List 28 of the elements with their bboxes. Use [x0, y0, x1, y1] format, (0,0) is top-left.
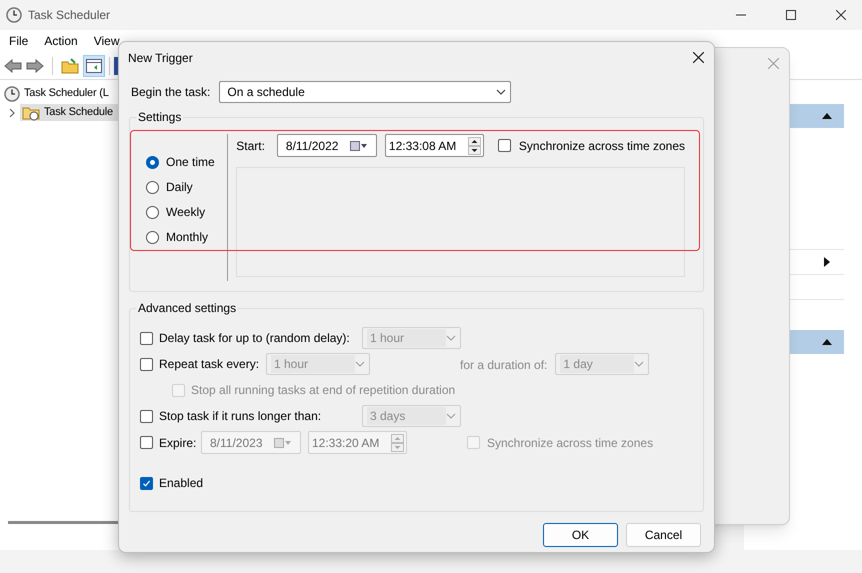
tree-item[interactable]: Task Scheduler (L: [24, 85, 109, 102]
dialog-button[interactable]: OK: [543, 523, 618, 547]
group-title: Advanced settings: [136, 300, 238, 316]
checkbox-label: Synchronize across time zones: [518, 138, 685, 154]
checkbox-label: Repeat task every:: [159, 356, 260, 373]
checkbox-label: Stop all running tasks at end of repetition duration: [191, 382, 456, 399]
time-field[interactable]: 12:33:08 AM: [384, 134, 484, 157]
checkbox-label: Stop task if it runs longer than:: [159, 408, 322, 425]
window-title: Task Scheduler: [28, 7, 110, 24]
radio-label: Monthly: [166, 229, 208, 246]
field-label: Begin the task:: [131, 84, 210, 101]
checkbox-label: Expire:: [159, 434, 196, 452]
radio-label: One time: [166, 154, 215, 171]
radio-label: Weekly: [166, 204, 206, 221]
checkbox-label: Enabled: [159, 475, 204, 492]
menu-item[interactable]: File: [9, 34, 28, 48]
date-field[interactable]: 8/11/2022: [276, 134, 377, 157]
menu-item[interactable]: Action: [44, 34, 78, 48]
dropdown[interactable]: On a schedule: [219, 81, 512, 103]
dialog-button[interactable]: Cancel: [626, 523, 701, 547]
checkbox-label: Delay task for up to (random delay):: [159, 330, 350, 347]
radio-label: Daily: [166, 179, 193, 196]
field-label: Start:: [236, 138, 265, 154]
menu-item[interactable]: View: [94, 34, 120, 48]
group-title: Settings: [136, 109, 184, 125]
dialog-title: New Trigger: [128, 50, 193, 66]
checkbox-label: Synchronize across time zones: [487, 434, 654, 452]
field-label: for a duration of:: [460, 357, 548, 374]
